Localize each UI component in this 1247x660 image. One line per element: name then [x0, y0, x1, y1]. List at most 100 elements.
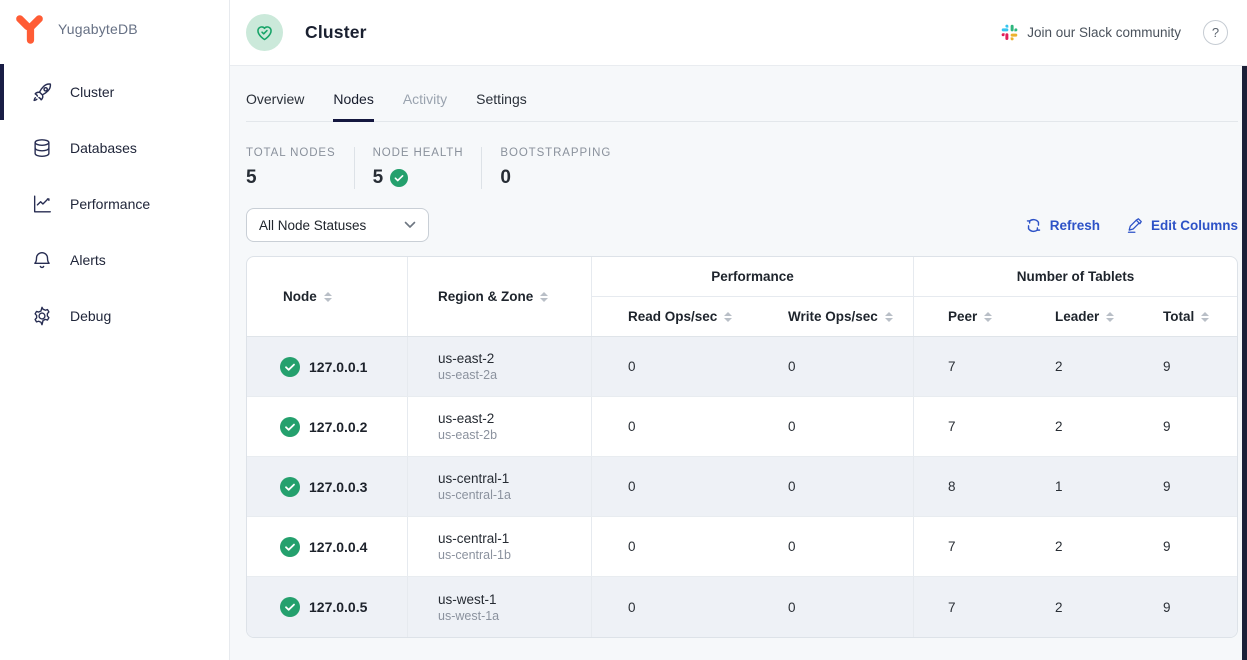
- node-stats: TOTAL NODES 5 NODE HEALTH 5: [246, 147, 1238, 189]
- sort-icon: [540, 292, 548, 302]
- zone-name: us-west-1a: [438, 609, 499, 623]
- peer-tablets-cell: 7: [913, 577, 1021, 637]
- node-ip: 127.0.0.2: [309, 419, 367, 435]
- leader-tablets-cell: 2: [1021, 397, 1129, 456]
- sort-icon: [1201, 312, 1209, 322]
- col-header-write-ops[interactable]: Write Ops/sec: [752, 297, 913, 336]
- sidebar-item-debug[interactable]: Debug: [0, 288, 229, 344]
- sort-icon: [1106, 312, 1114, 322]
- topbar: Cluster Join our Slack community ?: [230, 0, 1247, 66]
- table-toolbar: All Node Statuses Refresh: [246, 208, 1238, 242]
- stat-value: 0: [500, 167, 511, 189]
- node-cell: 127.0.0.3: [247, 457, 407, 516]
- table-row[interactable]: 127.0.0.2 us-east-2 us-east-2b 0 0 7 2 9: [247, 397, 1237, 457]
- region-name: us-central-1: [438, 531, 509, 546]
- leader-tablets-cell: 2: [1021, 577, 1129, 637]
- slack-community-link[interactable]: Join our Slack community: [1001, 24, 1181, 41]
- stat-node-health: NODE HEALTH 5: [354, 147, 482, 189]
- sidebar-item-label: Databases: [70, 140, 137, 156]
- edit-columns-button[interactable]: Edit Columns: [1126, 217, 1238, 234]
- tab-nodes[interactable]: Nodes: [333, 91, 373, 122]
- leader-tablets-cell: 2: [1021, 517, 1129, 576]
- leader-tablets-cell: 1: [1021, 457, 1129, 516]
- sidebar-item-label: Debug: [70, 308, 111, 324]
- yugabytedb-logo-icon: [14, 13, 45, 46]
- zone-name: us-east-2b: [438, 428, 497, 442]
- zone-name: us-central-1a: [438, 488, 511, 502]
- healthy-check-icon: [280, 597, 300, 617]
- region-name: us-west-1: [438, 592, 497, 607]
- node-ip: 127.0.0.5: [309, 599, 367, 615]
- healthy-check-icon: [280, 357, 300, 377]
- table-row[interactable]: 127.0.0.4 us-central-1 us-central-1b 0 0…: [247, 517, 1237, 577]
- node-ip: 127.0.0.4: [309, 539, 367, 555]
- node-ip: 127.0.0.1: [309, 359, 367, 375]
- table-row[interactable]: 127.0.0.3 us-central-1 us-central-1a 0 0…: [247, 457, 1237, 517]
- stat-bootstrapping: BOOTSTRAPPING 0: [481, 147, 629, 189]
- pencil-icon: [1126, 217, 1143, 234]
- healthy-check-icon: [390, 169, 408, 187]
- stat-value: 5: [373, 167, 384, 189]
- col-header-region-zone[interactable]: Region & Zone: [407, 257, 591, 336]
- region-zone-cell: us-east-2 us-east-2b: [407, 397, 591, 456]
- slack-icon: [1001, 24, 1018, 41]
- col-header-total[interactable]: Total: [1129, 297, 1237, 336]
- table-row[interactable]: 127.0.0.1 us-east-2 us-east-2a 0 0 7 2 9: [247, 337, 1237, 397]
- rocket-icon: [30, 80, 54, 104]
- tab-overview[interactable]: Overview: [246, 91, 304, 122]
- sidebar-item-alerts[interactable]: Alerts: [0, 232, 229, 288]
- help-button[interactable]: ?: [1203, 20, 1228, 45]
- healthy-check-icon: [280, 537, 300, 557]
- total-tablets-cell: 9: [1129, 337, 1237, 396]
- table-row[interactable]: 127.0.0.5 us-west-1 us-west-1a 0 0 7 2 9: [247, 577, 1237, 637]
- sidebar-item-label: Cluster: [70, 84, 114, 100]
- tab-settings[interactable]: Settings: [476, 91, 527, 122]
- refresh-icon: [1025, 217, 1042, 234]
- col-header-peer[interactable]: Peer: [913, 297, 1021, 336]
- page-title: Cluster: [305, 22, 367, 43]
- zone-name: us-central-1b: [438, 548, 511, 562]
- region-zone-cell: us-central-1 us-central-1a: [407, 457, 591, 516]
- sort-icon: [885, 312, 893, 322]
- read-ops-cell: 0: [591, 517, 752, 576]
- col-header-read-ops[interactable]: Read Ops/sec: [591, 297, 752, 336]
- write-ops-cell: 0: [752, 397, 913, 456]
- node-status-select[interactable]: All Node Statuses: [246, 208, 429, 242]
- group-header-performance: Performance: [591, 257, 913, 297]
- region-name: us-east-2: [438, 411, 494, 426]
- col-header-node[interactable]: Node: [247, 257, 407, 336]
- node-cell: 127.0.0.1: [247, 337, 407, 396]
- peer-tablets-cell: 8: [913, 457, 1021, 516]
- sidebar-item-performance[interactable]: Performance: [0, 176, 229, 232]
- refresh-label: Refresh: [1050, 218, 1100, 233]
- zone-name: us-east-2a: [438, 368, 497, 382]
- refresh-button[interactable]: Refresh: [1025, 217, 1100, 234]
- content: Overview Nodes Activity Settings TOTAL N…: [230, 66, 1247, 638]
- stat-total-nodes: TOTAL NODES 5: [246, 147, 354, 189]
- total-tablets-cell: 9: [1129, 577, 1237, 637]
- database-icon: [30, 136, 54, 160]
- write-ops-cell: 0: [752, 577, 913, 637]
- node-ip: 127.0.0.3: [309, 479, 367, 495]
- main-panel: Cluster Join our Slack community ?: [230, 0, 1247, 660]
- peer-tablets-cell: 7: [913, 517, 1021, 576]
- sidebar-item-cluster[interactable]: Cluster: [0, 64, 229, 120]
- table-header: Node Region & Zone Performance Number of…: [247, 257, 1237, 337]
- write-ops-cell: 0: [752, 457, 913, 516]
- tab-activity[interactable]: Activity: [403, 91, 447, 122]
- gear-icon: [30, 304, 54, 328]
- question-mark-icon: ?: [1212, 25, 1219, 40]
- region-zone-cell: us-west-1 us-west-1a: [407, 577, 591, 637]
- slack-link-label: Join our Slack community: [1027, 25, 1181, 40]
- write-ops-cell: 0: [752, 337, 913, 396]
- stat-value: 5: [246, 167, 257, 189]
- heart-check-icon: [254, 22, 275, 43]
- stat-label: NODE HEALTH: [373, 147, 464, 159]
- vertical-scrollbar[interactable]: [1242, 66, 1247, 660]
- read-ops-cell: 0: [591, 397, 752, 456]
- healthy-check-icon: [280, 417, 300, 437]
- col-header-leader[interactable]: Leader: [1021, 297, 1129, 336]
- sidebar-item-databases[interactable]: Databases: [0, 120, 229, 176]
- sidebar-item-label: Alerts: [70, 252, 106, 268]
- sidebar: YugabyteDB Cluster: [0, 0, 230, 660]
